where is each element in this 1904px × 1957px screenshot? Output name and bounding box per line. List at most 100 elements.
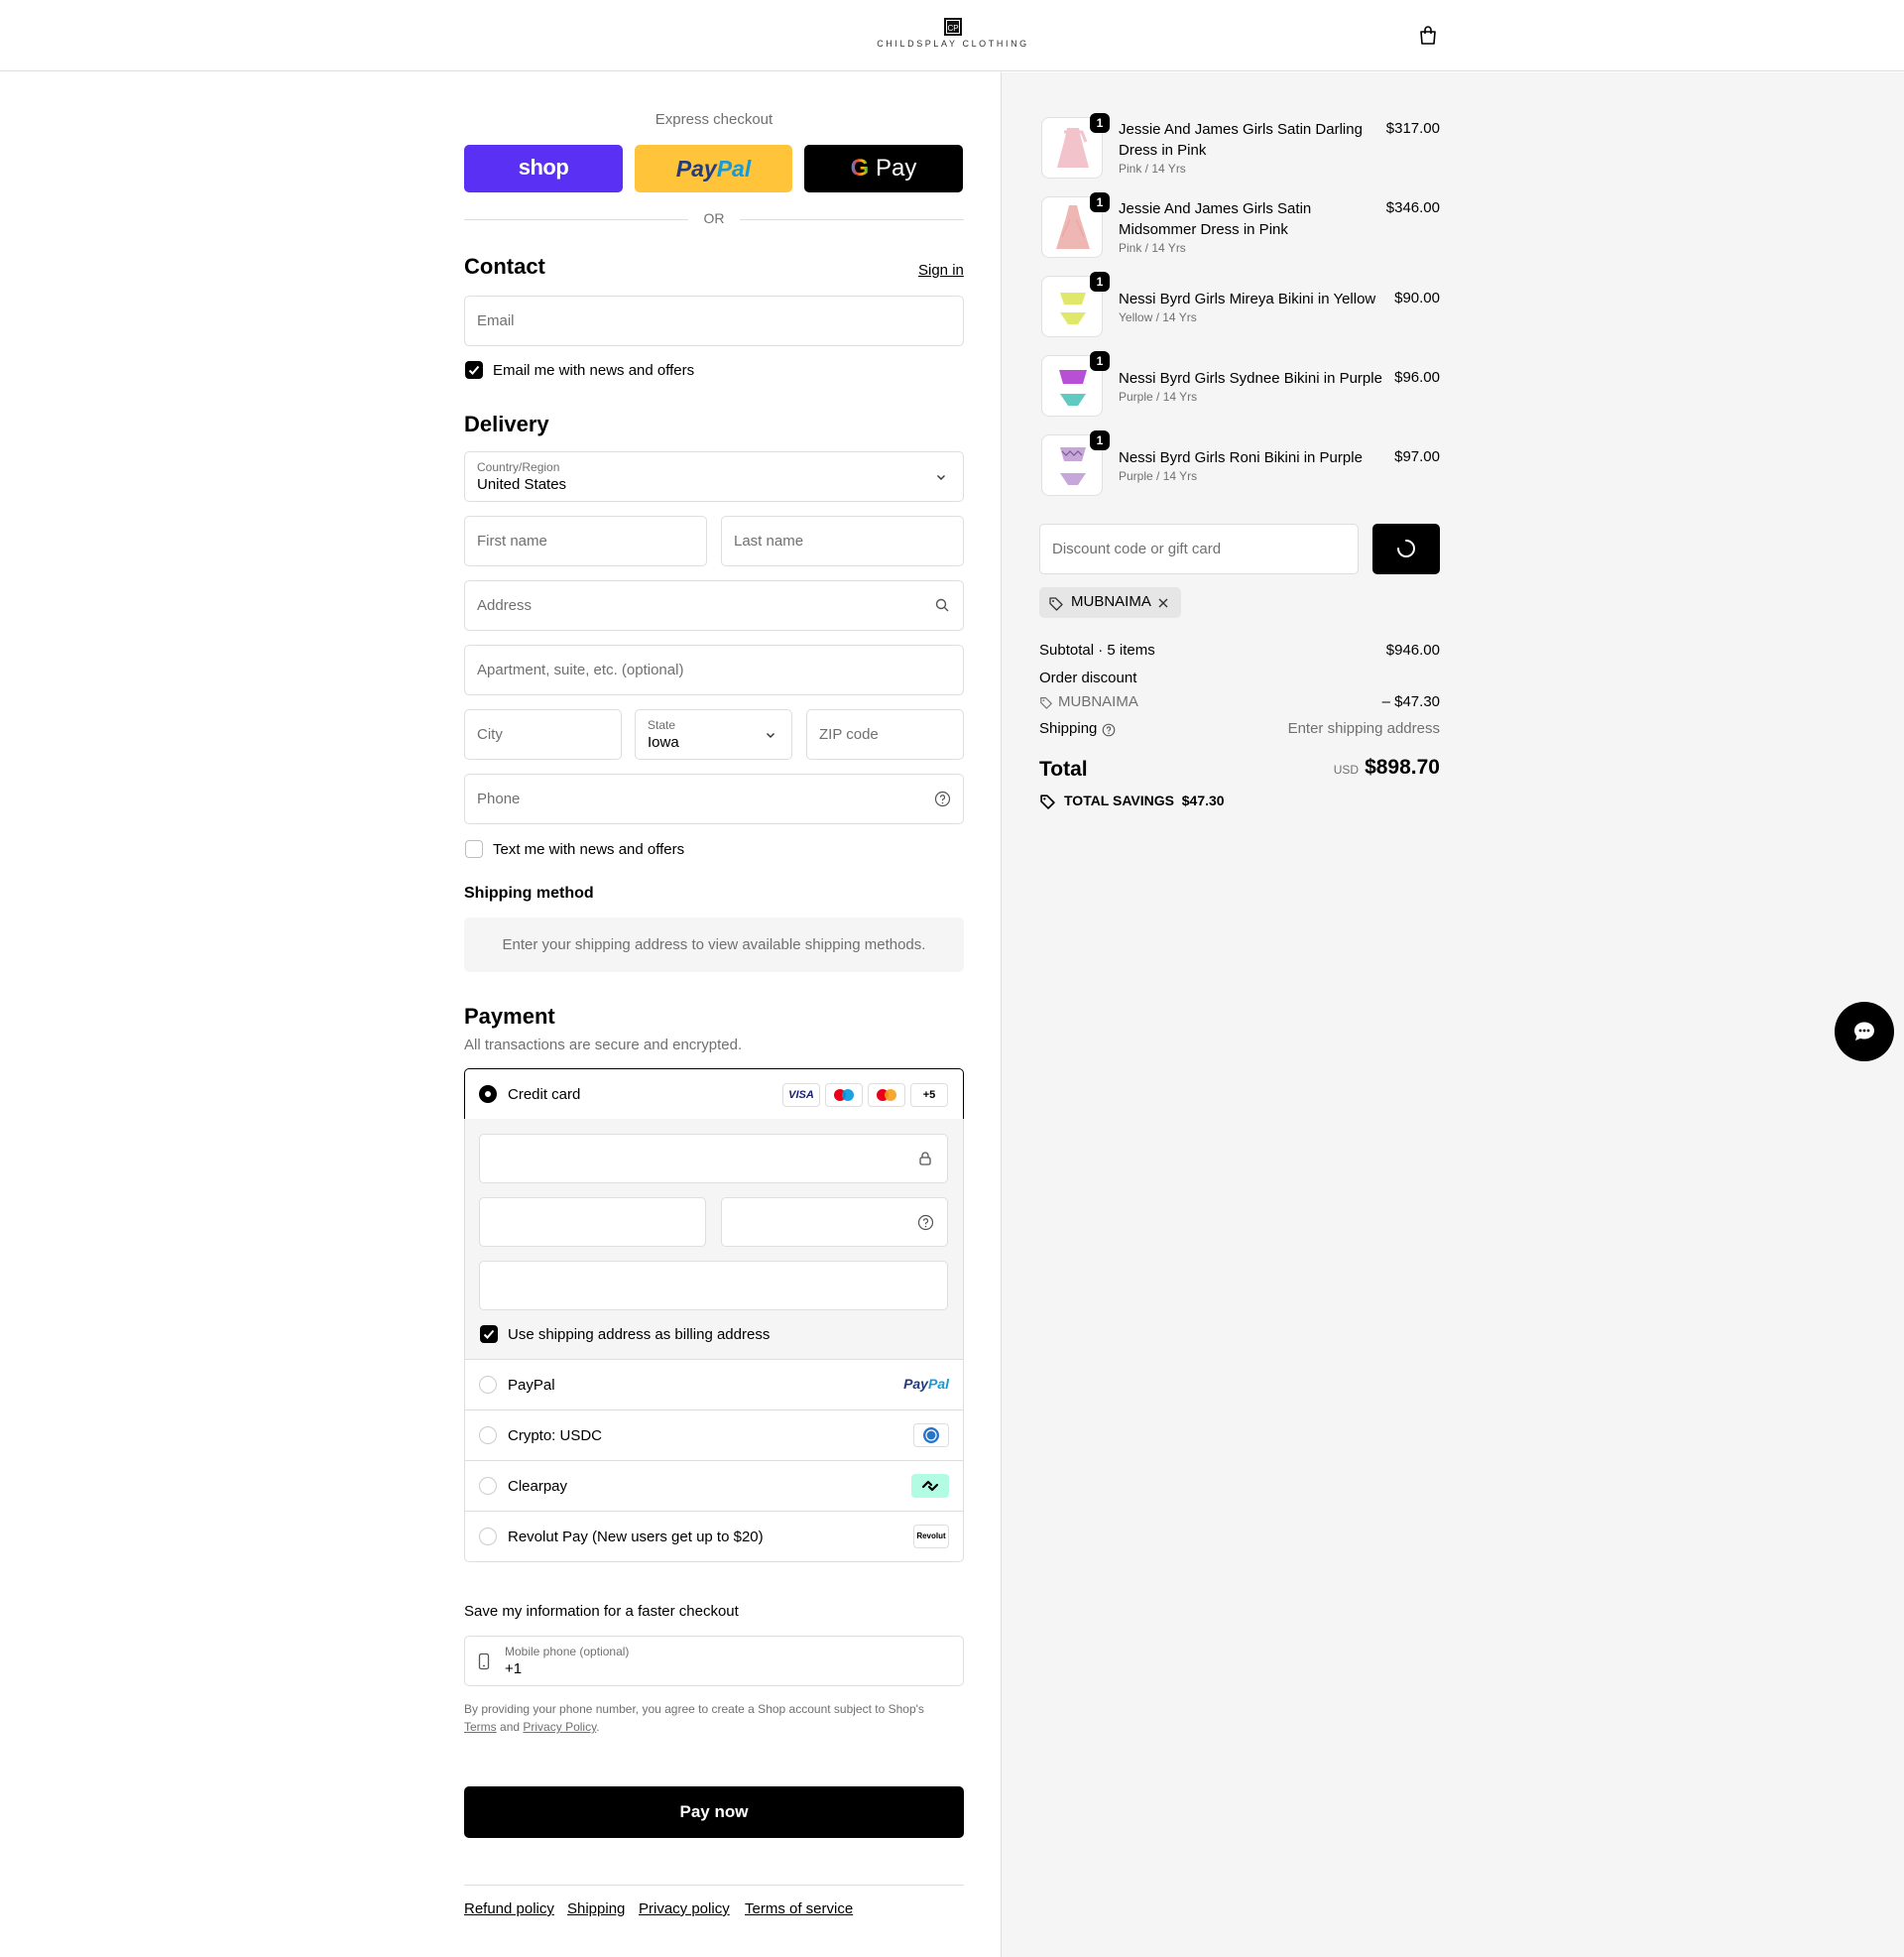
- currency-code: USD: [1333, 763, 1360, 777]
- revolut-option-label: Revolut Pay (New users get up to $20): [508, 1529, 764, 1545]
- paypal-radio[interactable]: [479, 1376, 497, 1394]
- shipping-label: Shipping: [1039, 720, 1098, 737]
- state-select[interactable]: State Iowa: [635, 709, 792, 760]
- email-placeholder: Email: [477, 312, 515, 329]
- pay-now-button[interactable]: Pay now: [464, 1786, 964, 1838]
- apply-discount-button[interactable]: [1372, 524, 1440, 574]
- billing-checkbox[interactable]: [480, 1325, 498, 1343]
- shipping-method-message: Enter your shipping address to view avai…: [464, 917, 964, 972]
- shipping-method-title: Shipping method: [464, 885, 594, 902]
- terms-of-service-link[interactable]: Terms of service: [745, 1900, 853, 1917]
- privacy-policy-link[interactable]: Privacy policy: [639, 1900, 730, 1917]
- google-pay-button[interactable]: G Pay: [804, 145, 963, 192]
- close-icon[interactable]: [1157, 597, 1169, 609]
- lock-icon: [919, 1152, 931, 1165]
- state-label: State: [648, 718, 676, 732]
- savings-label: TOTAL SAVINGS: [1064, 793, 1174, 808]
- subtotal-value: $946.00: [1385, 642, 1440, 659]
- divider: [464, 219, 688, 220]
- crypto-option-label: Crypto: USDC: [508, 1427, 603, 1444]
- security-code-field[interactable]: [721, 1197, 948, 1247]
- shop-pay-button[interactable]: shop: [464, 145, 623, 192]
- crypto-radio[interactable]: [479, 1426, 497, 1444]
- name-on-card-field[interactable]: [479, 1261, 948, 1310]
- revolut-radio[interactable]: [479, 1528, 497, 1545]
- first-name-field[interactable]: First name: [464, 516, 707, 566]
- item-price: $96.00: [1394, 369, 1440, 386]
- sign-in-link[interactable]: Sign in: [918, 262, 964, 279]
- bag-icon[interactable]: [1416, 24, 1440, 48]
- item-title: Jessie And James Girls Satin Darling Dre…: [1119, 121, 1363, 159]
- terms-link[interactable]: Terms: [464, 1720, 497, 1734]
- mobile-phone-label: Mobile phone (optional): [505, 1645, 630, 1658]
- expiration-field[interactable]: [479, 1197, 706, 1247]
- privacy-link[interactable]: Privacy Policy: [523, 1720, 596, 1734]
- state-value: Iowa: [648, 734, 679, 751]
- discount-code-field[interactable]: Discount code or gift card: [1039, 524, 1359, 574]
- chat-button[interactable]: [1835, 1002, 1894, 1061]
- footer-divider: [464, 1885, 964, 1886]
- email-news-label: Email me with news and offers: [493, 362, 695, 379]
- revolut-option[interactable]: Revolut Pay (New users get up to $20) Re…: [464, 1511, 964, 1562]
- loading-spinner-icon: [1397, 540, 1415, 557]
- first-name-placeholder: First name: [477, 533, 547, 550]
- discount-value: – $47.30: [1381, 693, 1440, 710]
- item-price: $97.00: [1394, 448, 1440, 465]
- email-field[interactable]: Email: [464, 296, 964, 346]
- zip-field[interactable]: ZIP code: [806, 709, 964, 760]
- savings-value: $47.30: [1181, 793, 1225, 808]
- subtotal-label: Subtotal · 5 items: [1039, 642, 1155, 659]
- or-label: OR: [703, 210, 725, 226]
- quantity-badge: 1: [1090, 272, 1110, 292]
- item-price: $317.00: [1385, 120, 1440, 137]
- country-label: Country/Region: [477, 460, 560, 474]
- tag-icon: [1049, 597, 1063, 611]
- country-select[interactable]: Country/Region United States: [464, 451, 964, 502]
- chevron-down-icon: [767, 733, 774, 738]
- clearpay-radio[interactable]: [479, 1477, 497, 1495]
- shipping-value: Enter shipping address: [1287, 720, 1440, 737]
- header: CP CHILDSPLAY CLOTHING: [0, 0, 1904, 71]
- clearpay-option[interactable]: Clearpay: [464, 1460, 964, 1511]
- text-news-label: Text me with news and offers: [493, 841, 685, 858]
- store-logo[interactable]: CP CHILDSPLAY CLOTHING: [877, 18, 1029, 54]
- paypal-option-label: PayPal: [508, 1377, 555, 1394]
- last-name-placeholder: Last name: [734, 533, 804, 550]
- total-value: $898.70: [1365, 756, 1440, 779]
- help-icon[interactable]: [1102, 723, 1116, 737]
- total-label: Total: [1039, 758, 1088, 781]
- apartment-field[interactable]: Apartment, suite, etc. (optional): [464, 645, 964, 695]
- visa-icon: VISA: [782, 1083, 820, 1107]
- express-checkout-title: Express checkout: [654, 111, 774, 128]
- shipping-policy-link[interactable]: Shipping: [567, 1900, 625, 1917]
- maestro-icon: [825, 1083, 863, 1107]
- phone-field[interactable]: Phone: [464, 774, 964, 824]
- mobile-phone-field[interactable]: Mobile phone (optional) +1: [464, 1636, 964, 1686]
- text-news-checkbox[interactable]: [465, 840, 483, 858]
- item-title: Nessi Byrd Girls Roni Bikini in Purple: [1119, 449, 1363, 466]
- item-price: $90.00: [1394, 290, 1440, 306]
- help-icon[interactable]: [917, 1214, 934, 1231]
- last-name-field[interactable]: Last name: [721, 516, 964, 566]
- mastercard-icon: [868, 1083, 905, 1107]
- google-g-icon: G: [850, 155, 870, 182]
- credit-card-radio[interactable]: [479, 1085, 497, 1103]
- paypal-express-button[interactable]: PayPal: [635, 145, 792, 192]
- quantity-badge: 1: [1090, 113, 1110, 133]
- item-variant: Yellow / 14 Yrs: [1119, 310, 1197, 324]
- refund-policy-link[interactable]: Refund policy: [464, 1900, 554, 1917]
- city-field[interactable]: City: [464, 709, 622, 760]
- address-field[interactable]: Address: [464, 580, 964, 631]
- email-news-checkbox[interactable]: [465, 361, 483, 379]
- total-amount: USD $898.70: [1281, 756, 1440, 780]
- tag-icon: [1040, 697, 1052, 709]
- help-icon[interactable]: [934, 791, 951, 807]
- item-price: $346.00: [1385, 199, 1440, 216]
- mobile-phone-icon: [478, 1652, 490, 1670]
- quantity-badge: 1: [1090, 351, 1110, 371]
- delivery-title: Delivery: [464, 412, 549, 436]
- paypal-option[interactable]: PayPal PayPal: [464, 1359, 964, 1409]
- card-number-field[interactable]: [479, 1134, 948, 1183]
- more-brands-badge[interactable]: +5: [910, 1083, 948, 1107]
- crypto-option[interactable]: Crypto: USDC: [464, 1409, 964, 1460]
